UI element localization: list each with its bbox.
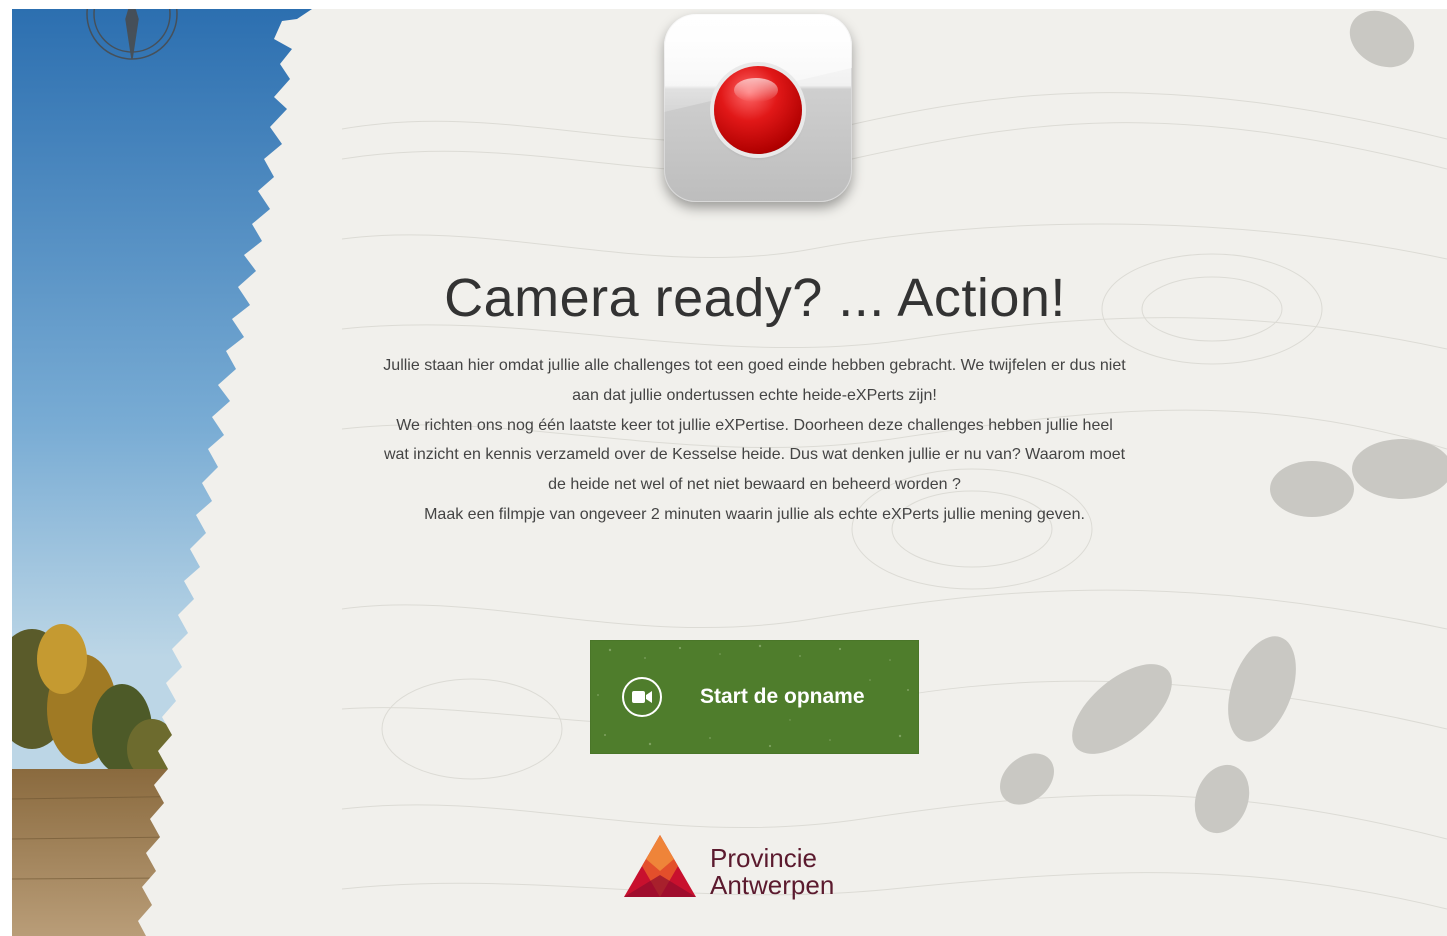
- start-recording-button[interactable]: Start de opname: [590, 640, 919, 754]
- logo-line1: Provincie: [710, 843, 817, 873]
- logo-text: Provincie Antwerpen: [710, 845, 834, 899]
- start-recording-label: Start de opname: [700, 685, 865, 708]
- intro-text: Jullie staan hier omdat jullie alle chal…: [382, 351, 1127, 530]
- heathland-landscape-photo: [12, 9, 342, 936]
- intro-paragraph: Jullie staan hier omdat jullie alle chal…: [383, 357, 1126, 404]
- page-title: Camera ready? ... Action!: [444, 268, 1066, 328]
- intro-paragraph: We richten ons nog één laatste keer tot …: [383, 416, 1126, 494]
- intro-paragraph: Maak een filmpje van ongeveer 2 minuten …: [424, 505, 1085, 523]
- record-button-icon: [664, 14, 852, 202]
- challenge-page: Camera ready? ... Action! Jullie staan h…: [12, 9, 1447, 936]
- provincie-antwerpen-logo[interactable]: Provincie Antwerpen: [624, 835, 864, 905]
- logo-triangle-icon: [624, 835, 696, 897]
- video-camera-icon: [622, 677, 662, 717]
- logo-line2: Antwerpen: [710, 870, 835, 900]
